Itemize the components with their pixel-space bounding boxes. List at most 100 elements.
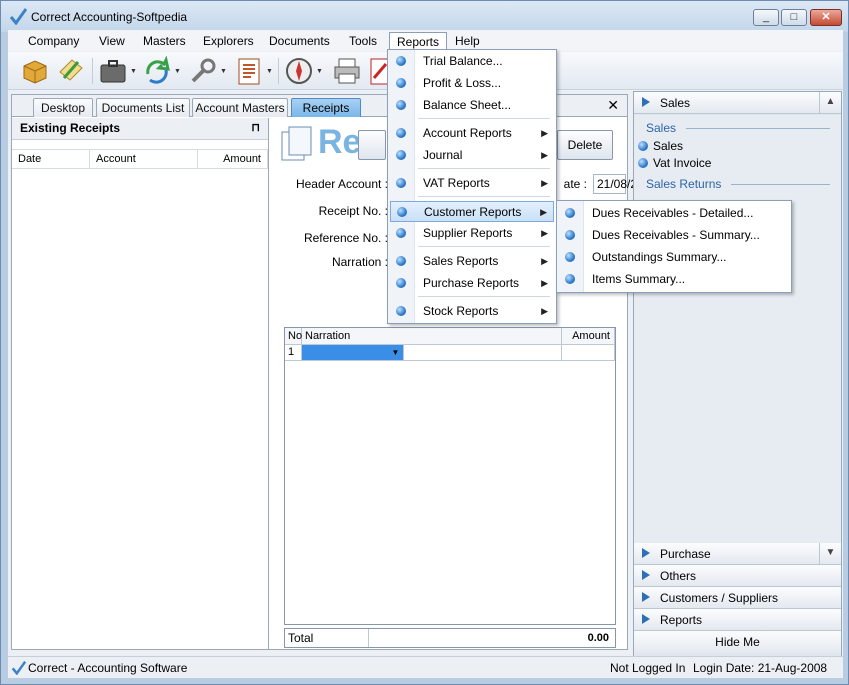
app-logo-icon bbox=[11, 660, 26, 675]
close-tab-icon[interactable]: ✕ bbox=[607, 97, 619, 114]
compass-icon[interactable] bbox=[284, 56, 314, 86]
report-bullet-icon bbox=[565, 252, 575, 262]
header-account-label: Header Account : bbox=[295, 177, 388, 191]
hide-me-button[interactable]: Hide Me bbox=[634, 631, 841, 653]
grid-cell[interactable] bbox=[404, 345, 562, 361]
report-document-icon[interactable] bbox=[234, 56, 264, 86]
menu-item-label: Balance Sheet... bbox=[423, 98, 512, 112]
menu-help[interactable]: Help bbox=[448, 32, 487, 50]
chevron-down-icon[interactable]: ▼ bbox=[174, 68, 181, 75]
recycle-icon[interactable] bbox=[142, 56, 172, 86]
menubar: Company View Masters Explorers Documents… bbox=[8, 30, 843, 52]
menu-documents[interactable]: Documents bbox=[262, 32, 337, 50]
status-login-state: Not Logged In bbox=[610, 661, 686, 675]
menu-item-account-reports[interactable]: Account Reports ▶ bbox=[390, 123, 554, 144]
panel-header-purchase[interactable]: Purchase ▼ bbox=[634, 543, 841, 565]
panel-header-label: Purchase bbox=[660, 547, 711, 561]
chevron-down-icon[interactable]: ▼ bbox=[266, 68, 273, 75]
minimize-button[interactable]: _ bbox=[753, 9, 779, 26]
expand-down-icon[interactable]: ▼ bbox=[819, 543, 841, 564]
status-bar: Correct - Accounting Software Not Logged… bbox=[8, 656, 843, 678]
menu-masters[interactable]: Masters bbox=[136, 32, 193, 50]
submenu-item-dues-receivables-summary[interactable]: Dues Receivables - Summary... bbox=[559, 225, 789, 246]
close-button[interactable]: ✕ bbox=[810, 9, 842, 26]
menu-item-trial-balance[interactable]: Trial Balance... bbox=[390, 51, 554, 72]
report-bullet-icon bbox=[396, 56, 406, 66]
menu-item-customer-reports[interactable]: Customer Reports ▶ bbox=[390, 201, 554, 222]
collapse-up-icon[interactable]: ▲ bbox=[819, 92, 841, 113]
menu-item-balance-sheet[interactable]: Balance Sheet... bbox=[390, 95, 554, 116]
chevron-down-icon[interactable]: ▼ bbox=[220, 68, 227, 75]
menu-item-label: Purchase Reports bbox=[423, 276, 520, 290]
date-field[interactable]: 21/08/2 bbox=[593, 174, 637, 194]
submenu-item-outstandings-summary[interactable]: Outstandings Summary... bbox=[559, 247, 789, 268]
tab-account-masters[interactable]: Account Masters bbox=[192, 98, 288, 117]
column-amount[interactable]: Amount bbox=[198, 150, 268, 169]
column-account[interactable]: Account bbox=[90, 150, 198, 169]
submenu-item-label: Outstandings Summary... bbox=[592, 250, 727, 264]
pane-header: Existing Receipts ⊓ bbox=[12, 118, 268, 140]
panel-header-label: Sales bbox=[660, 96, 691, 110]
menu-item-label: Customer Reports bbox=[424, 205, 522, 219]
menu-item-profit-loss[interactable]: Profit & Loss... bbox=[390, 73, 554, 94]
link-sales[interactable]: Sales bbox=[638, 139, 683, 153]
menu-item-purchase-reports[interactable]: Purchase Reports ▶ bbox=[390, 273, 554, 294]
panel-header-label: Reports bbox=[660, 613, 703, 627]
window-title: Correct Accounting-Softpedia bbox=[31, 10, 188, 24]
expand-arrow-icon bbox=[642, 592, 650, 602]
menu-item-supplier-reports[interactable]: Supplier Reports ▶ bbox=[390, 223, 554, 244]
form-action-button[interactable] bbox=[358, 130, 386, 160]
submenu-arrow-icon: ▶ bbox=[541, 128, 548, 138]
maximize-icon: □ bbox=[790, 11, 798, 23]
report-bullet-icon bbox=[396, 78, 406, 88]
maximize-button[interactable]: □ bbox=[781, 9, 807, 26]
grid-col-amount[interactable]: Amount bbox=[562, 328, 615, 345]
menu-company[interactable]: Company bbox=[21, 32, 86, 50]
tab-documents-list[interactable]: Documents List bbox=[96, 98, 190, 117]
menu-item-label: Stock Reports bbox=[423, 304, 499, 318]
tab-receipts[interactable]: Receipts bbox=[291, 98, 361, 117]
grid-amount-cell[interactable] bbox=[562, 345, 615, 361]
submenu-item-dues-receivables-detailed[interactable]: Dues Receivables - Detailed... bbox=[559, 203, 789, 224]
delete-button[interactable]: Delete bbox=[557, 130, 613, 160]
panel-header-customers-suppliers[interactable]: Customers / Suppliers bbox=[634, 587, 841, 609]
briefcase-icon[interactable] bbox=[98, 56, 128, 86]
submenu-arrow-icon: ▶ bbox=[541, 256, 548, 266]
menu-item-stock-reports[interactable]: Stock Reports ▶ bbox=[390, 301, 554, 322]
status-login-date: Login Date: 21-Aug-2008 bbox=[693, 661, 828, 675]
close-icon: ✕ bbox=[821, 11, 831, 23]
narration-label: Narration : bbox=[331, 255, 388, 269]
receipt-no-label: Receipt No. : bbox=[318, 204, 388, 218]
chevron-down-icon[interactable]: ▼ bbox=[316, 68, 323, 75]
edit-pencil-icon[interactable] bbox=[56, 56, 86, 86]
panel-header-label: Customers / Suppliers bbox=[660, 591, 779, 605]
submenu-arrow-icon: ▶ bbox=[541, 178, 548, 188]
panel-header-reports[interactable]: Reports bbox=[634, 609, 841, 631]
box-icon[interactable] bbox=[20, 56, 50, 86]
panel-header-others[interactable]: Others bbox=[634, 565, 841, 587]
tools-icon[interactable] bbox=[188, 56, 218, 86]
link-vat-invoice[interactable]: Vat Invoice bbox=[638, 156, 711, 170]
receipt-lines-grid: No Narration Amount 1 ▼ bbox=[284, 327, 616, 625]
menu-view[interactable]: View bbox=[92, 32, 132, 50]
menu-item-label: Account Reports bbox=[423, 126, 512, 140]
expand-arrow-icon bbox=[642, 548, 650, 558]
chevron-down-icon[interactable]: ▼ bbox=[385, 345, 404, 361]
pin-icon[interactable]: ⊓ bbox=[251, 118, 260, 138]
grid-col-no[interactable]: No bbox=[285, 328, 302, 345]
menu-item-sales-reports[interactable]: Sales Reports ▶ bbox=[390, 251, 554, 272]
menu-tools[interactable]: Tools bbox=[342, 32, 384, 50]
column-date[interactable]: Date bbox=[12, 150, 90, 169]
menu-explorers[interactable]: Explorers bbox=[196, 32, 261, 50]
report-bullet-icon bbox=[397, 207, 407, 217]
tab-desktop[interactable]: Desktop bbox=[33, 98, 93, 117]
panel-header-sales[interactable]: Sales ▲ bbox=[634, 92, 841, 114]
receipts-list-header: Date Account Amount bbox=[12, 149, 268, 169]
menu-item-journal[interactable]: Journal ▶ bbox=[390, 145, 554, 166]
submenu-item-items-summary[interactable]: Items Summary... bbox=[559, 269, 789, 290]
printer-icon[interactable] bbox=[332, 56, 362, 86]
chevron-down-icon[interactable]: ▼ bbox=[130, 68, 137, 75]
grid-col-narration[interactable]: Narration bbox=[302, 328, 562, 345]
submenu-item-label: Dues Receivables - Summary... bbox=[592, 228, 760, 242]
menu-item-vat-reports[interactable]: VAT Reports ▶ bbox=[390, 173, 554, 194]
